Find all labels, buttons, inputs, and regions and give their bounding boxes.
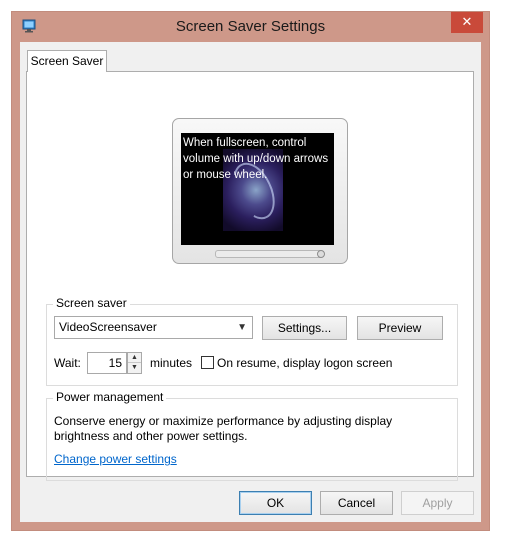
power-management-group: Power management Conserve energy or maxi… [46,390,458,481]
dialog-client-area: Screen Saver When fullscreen, control vo… [20,42,481,522]
title-bar[interactable]: Screen Saver Settings ✕ [12,12,489,40]
resume-logon-checkbox[interactable] [201,356,214,369]
window-title: Screen Saver Settings [175,18,326,35]
wait-minutes-spinner[interactable]: ▲ ▼ [127,352,142,374]
cancel-button[interactable]: Cancel [320,491,393,515]
apply-button[interactable]: Apply [401,491,474,515]
screen-saver-selected: VideoScreensaver [59,320,157,334]
close-icon: ✕ [461,14,473,29]
wait-minutes-input[interactable]: 15 [87,352,127,374]
power-management-group-label: Power management [53,390,167,404]
preview-overlay-text: When fullscreen, control volume with up/… [183,137,329,181]
close-button[interactable]: ✕ [451,12,483,33]
tab-page-screen-saver: When fullscreen, control volume with up/… [26,71,474,481]
tab-screen-saver[interactable]: Screen Saver [27,50,107,72]
monitor-power-icon [317,250,325,258]
screen-saver-group: Screen saver VideoScreensaver ▼ Settings… [46,296,458,386]
monitor-bezel-bar [215,250,323,258]
wait-label: Wait: [54,356,81,370]
change-power-settings-link[interactable]: Change power settings [54,452,177,466]
power-description: Conserve energy or maximize performance … [54,414,393,443]
screen-saver-group-label: Screen saver [53,296,130,310]
preview-screen: When fullscreen, control volume with up/… [181,133,334,245]
chevron-down-icon: ▼ [237,322,247,333]
ok-button[interactable]: OK [239,491,312,515]
preview-button[interactable]: Preview [357,316,443,340]
monitor-preview: When fullscreen, control volume with up/… [172,118,348,264]
screen-saver-settings-window: Screen Saver Settings ✕ Screen Saver Whe… [12,12,489,530]
minutes-label: minutes [150,356,193,370]
spin-down-icon[interactable]: ▼ [128,363,141,373]
spin-up-icon[interactable]: ▲ [128,353,141,363]
settings-button[interactable]: Settings... [262,316,347,340]
resume-logon-label[interactable]: On resume, display logon screen [217,356,392,370]
screen-saver-dropdown[interactable]: VideoScreensaver ▼ [54,316,253,339]
